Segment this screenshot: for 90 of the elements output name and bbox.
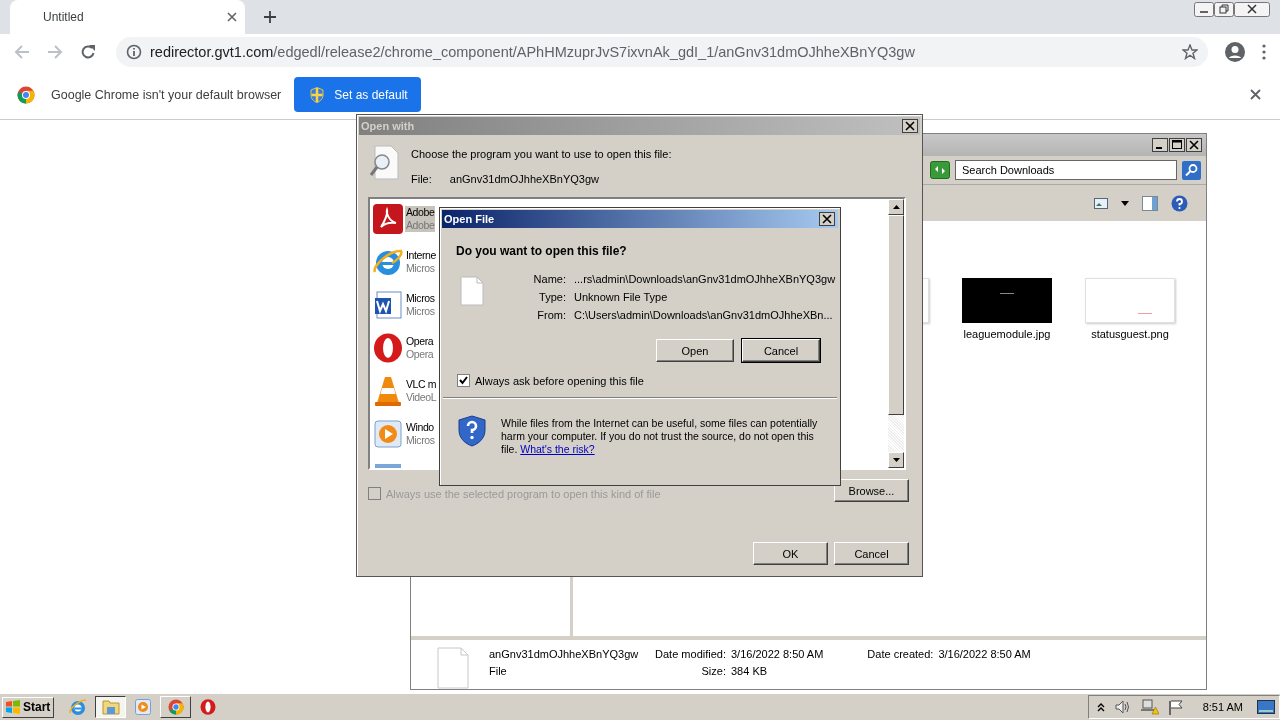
checkbox-label: Always ask before opening this file xyxy=(475,374,644,387)
detail-label: Date created: xyxy=(867,648,934,660)
cancel-button[interactable]: Cancel xyxy=(742,339,820,362)
search-icon[interactable] xyxy=(1182,160,1201,180)
chevron-up-icon[interactable] xyxy=(1096,702,1105,712)
window-title: Open with xyxy=(361,120,415,132)
restore-icon[interactable] xyxy=(1214,2,1234,17)
new-tab-icon[interactable] xyxy=(264,11,276,23)
clock[interactable]: 8:51 AM xyxy=(1202,701,1243,713)
set-default-button[interactable]: Set as default xyxy=(294,77,421,112)
shield-icon xyxy=(310,86,325,103)
close-icon[interactable] xyxy=(1234,2,1270,17)
close-icon[interactable] xyxy=(1186,138,1202,152)
risk-link[interactable]: What's the risk? xyxy=(520,443,595,455)
close-icon[interactable] xyxy=(1250,89,1261,100)
document-icon[interactable] xyxy=(372,290,404,320)
detail-value: 384 KB xyxy=(731,665,769,677)
cancel-button[interactable]: Cancel xyxy=(834,542,909,565)
close-icon[interactable] xyxy=(819,212,835,226)
window-title: Open File xyxy=(444,213,495,225)
network-warning-icon[interactable] xyxy=(1140,699,1159,715)
menu-icon[interactable] xyxy=(1262,44,1266,60)
dropdown-arrow-icon[interactable] xyxy=(1121,200,1129,206)
file-name: statusguest.png xyxy=(1091,328,1169,340)
tab-title: Untitled xyxy=(43,10,84,24)
field-value: C:\Users\admin\Downloads\anGnv31dmOJhheXBn... xyxy=(574,309,834,321)
opera-icon[interactable] xyxy=(372,333,404,363)
shield-question-icon xyxy=(458,415,486,447)
browser-tab[interactable]: Untitled xyxy=(10,0,245,34)
thumbnail[interactable] xyxy=(962,278,1052,323)
scroll-thumb[interactable] xyxy=(888,215,904,415)
maximize-icon[interactable] xyxy=(1169,138,1185,152)
preview-pane-icon[interactable] xyxy=(1142,195,1158,211)
close-icon[interactable] xyxy=(902,119,918,133)
scrollbar[interactable] xyxy=(888,199,904,468)
field-value: ...rs\admin\Downloads\anGnv31dmOJhheXBnYQ3gw xyxy=(574,273,836,285)
field-label: From: xyxy=(536,309,566,321)
field-label: Name: xyxy=(532,273,566,285)
info-icon[interactable] xyxy=(126,44,142,60)
traffic-cone-icon[interactable] xyxy=(372,375,404,407)
thumbnail[interactable] xyxy=(1085,278,1175,323)
chrome-logo-icon xyxy=(17,85,35,104)
field-value: Unknown File Type xyxy=(574,291,669,303)
minimize-icon[interactable] xyxy=(1152,138,1168,152)
checkbox[interactable] xyxy=(457,374,470,387)
start-button[interactable]: Start xyxy=(2,696,54,718)
program-name[interactable]: Micros Micros xyxy=(405,292,436,318)
document-icon xyxy=(460,276,484,306)
address-bar[interactable]: redirector.gvt1.com/edgedl/release2/chrome_component/APhHMzuprJvS7ixvnAk_gdI_1/anGnv31dmOJhheXBnYQ3gw xyxy=(116,37,1208,67)
arrow-down-icon[interactable] xyxy=(892,458,900,462)
document-search-icon xyxy=(369,145,399,181)
file-name: leaguemodule.jpg xyxy=(963,328,1051,340)
file-name: anGnv31dmOJhheXBnYQ3gw xyxy=(489,648,640,660)
folder-taskbar-icon[interactable] xyxy=(95,696,126,718)
dialog-question: Do you want to open this file? xyxy=(456,244,628,258)
program-name[interactable]: Interne Micros xyxy=(405,249,437,275)
refresh-icon[interactable] xyxy=(930,161,950,179)
prompt-text: Choose the program you want to use to open this file: xyxy=(411,148,672,160)
star-icon[interactable] xyxy=(1182,44,1198,60)
default-browser-message: Google Chrome isn't your default browser xyxy=(51,87,282,102)
views-icon[interactable] xyxy=(1094,197,1108,209)
pdf-icon[interactable] xyxy=(372,204,404,234)
reload-icon[interactable] xyxy=(80,44,96,60)
search-field[interactable]: Search Downloads xyxy=(955,160,1177,180)
windows-logo-icon xyxy=(5,700,21,714)
account-icon[interactable] xyxy=(1225,42,1245,62)
file-name: anGnv31dmOJhheXBnYQ3gw xyxy=(449,173,599,185)
show-desktop-icon[interactable] xyxy=(1257,700,1275,714)
file-label: File: xyxy=(411,173,432,185)
warning-text: While files from the Internet can be useful, some files can potentially harm your computer. If you do not trust the source, do not open this file. What's the risk? xyxy=(501,417,819,456)
detail-value: 3/16/2022 8:50 AM xyxy=(731,648,824,660)
flag-icon[interactable] xyxy=(1168,699,1183,715)
browse-button[interactable]: Browse... xyxy=(834,479,909,502)
detail-label: Date modified: xyxy=(654,648,726,660)
detail-label: Size: xyxy=(700,665,726,677)
program-name[interactable]: VLC m VideoL xyxy=(405,378,438,404)
program-name[interactable]: Windo Micros xyxy=(405,421,436,447)
detail-value: 3/16/2022 8:50 AM xyxy=(938,648,1031,660)
speaker-icon[interactable] xyxy=(1114,700,1131,714)
arrow-up-icon[interactable] xyxy=(892,205,900,209)
chrome-taskbar-icon[interactable] xyxy=(160,696,191,718)
close-icon[interactable] xyxy=(227,12,237,22)
program-name[interactable]: Opera Opera xyxy=(405,335,435,361)
open-button[interactable]: Open xyxy=(656,339,734,362)
field-label: Type: xyxy=(538,291,566,303)
ok-button[interactable]: OK xyxy=(753,542,828,565)
program-name[interactable]: Adobe Adobe xyxy=(405,206,436,232)
help-icon[interactable] xyxy=(1171,194,1188,212)
file-type: File xyxy=(489,665,508,677)
url-text: redirector.gvt1.com/edgedl/release2/chrome_component/APhHMzuprJvS7ixvnAk_gdI_1/anGnv31dmOJhheXBnYQ3gw xyxy=(150,44,915,60)
